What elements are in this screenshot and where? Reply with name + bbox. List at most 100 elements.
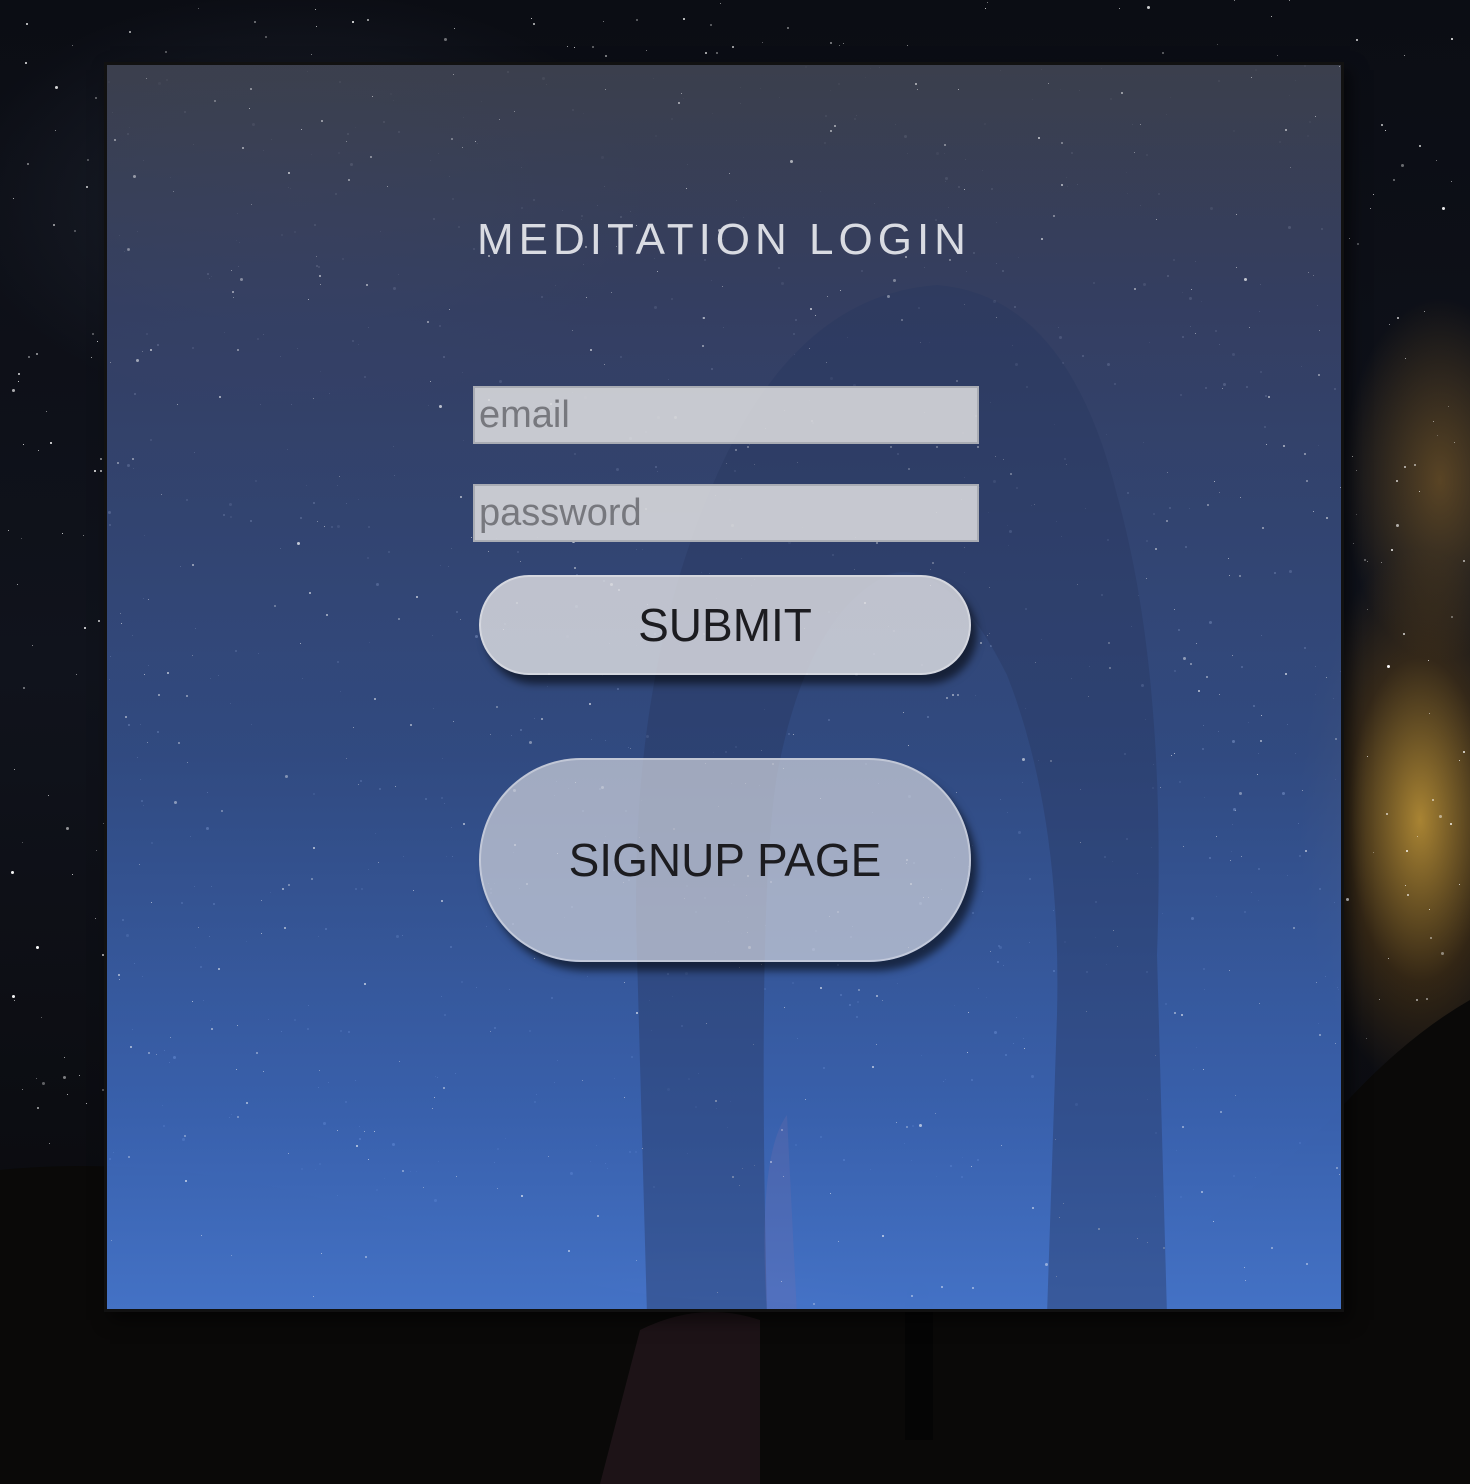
star [449, 309, 450, 310]
star [364, 983, 366, 985]
star [300, 643, 301, 644]
star [317, 521, 318, 522]
signup-page-button[interactable]: SIGNUP PAGE [479, 758, 971, 962]
star [1229, 970, 1230, 971]
star [1316, 982, 1317, 983]
star [1261, 715, 1262, 716]
star [1335, 738, 1337, 740]
star [681, 93, 682, 94]
star [288, 172, 290, 174]
star [475, 141, 476, 142]
star [1326, 677, 1327, 678]
star [1232, 655, 1233, 656]
star [1239, 792, 1242, 795]
star [284, 927, 286, 929]
star [242, 147, 244, 149]
star [1319, 1034, 1321, 1036]
star [1315, 116, 1316, 117]
star [1339, 66, 1340, 67]
star [1240, 497, 1241, 498]
star [413, 890, 414, 891]
password-field[interactable] [473, 484, 979, 542]
star [456, 1176, 457, 1177]
star [678, 102, 680, 104]
star [308, 299, 309, 300]
star [285, 775, 288, 778]
star [1061, 184, 1063, 186]
star [167, 672, 169, 674]
star [231, 270, 232, 271]
star [1313, 511, 1314, 512]
star [1283, 445, 1285, 447]
star [1339, 1174, 1340, 1175]
star [324, 526, 325, 527]
star [148, 1052, 150, 1054]
star [120, 613, 121, 614]
star [148, 599, 149, 600]
star [1251, 77, 1252, 78]
star [246, 1102, 248, 1104]
star [1230, 860, 1231, 861]
email-field[interactable] [473, 386, 979, 444]
star [288, 1153, 289, 1154]
star [156, 1054, 157, 1055]
star [146, 78, 147, 79]
star [399, 1061, 400, 1062]
star [378, 862, 379, 863]
star [395, 786, 396, 787]
star [151, 902, 152, 903]
star [150, 349, 152, 351]
star [192, 564, 194, 566]
star [133, 175, 136, 178]
star [427, 321, 429, 323]
star [158, 694, 160, 696]
star [1285, 129, 1287, 131]
star [186, 695, 188, 697]
star [147, 742, 148, 743]
star [398, 618, 400, 620]
star [1305, 850, 1307, 852]
star [177, 404, 178, 405]
star [453, 74, 454, 75]
star [1236, 267, 1237, 268]
star [1290, 167, 1291, 168]
star [187, 762, 188, 763]
star [1244, 1267, 1245, 1268]
submit-button[interactable]: SUBMIT [479, 575, 971, 675]
star [353, 727, 354, 728]
star [346, 141, 347, 142]
star [142, 351, 143, 352]
star [118, 974, 120, 976]
star [1302, 790, 1303, 791]
star [346, 758, 347, 759]
star [261, 900, 262, 901]
star [1038, 137, 1040, 139]
star [1249, 327, 1250, 328]
star [1313, 275, 1314, 276]
star [301, 129, 302, 130]
star [233, 297, 234, 298]
star [1241, 856, 1242, 857]
star [261, 933, 262, 934]
star [1285, 673, 1287, 675]
star [944, 144, 946, 146]
star [319, 1070, 320, 1071]
star [232, 291, 234, 293]
star [326, 614, 328, 616]
star [348, 179, 350, 181]
star [311, 878, 313, 880]
star [319, 275, 321, 277]
star [370, 156, 372, 158]
star [1134, 152, 1135, 153]
star [337, 1130, 338, 1131]
star [211, 1028, 213, 1030]
star [297, 542, 300, 545]
star [430, 381, 431, 382]
star [387, 186, 388, 187]
star [439, 405, 442, 408]
star [320, 284, 321, 285]
star [1268, 396, 1270, 398]
star [192, 1001, 193, 1002]
star [605, 89, 606, 90]
star [1293, 927, 1295, 929]
